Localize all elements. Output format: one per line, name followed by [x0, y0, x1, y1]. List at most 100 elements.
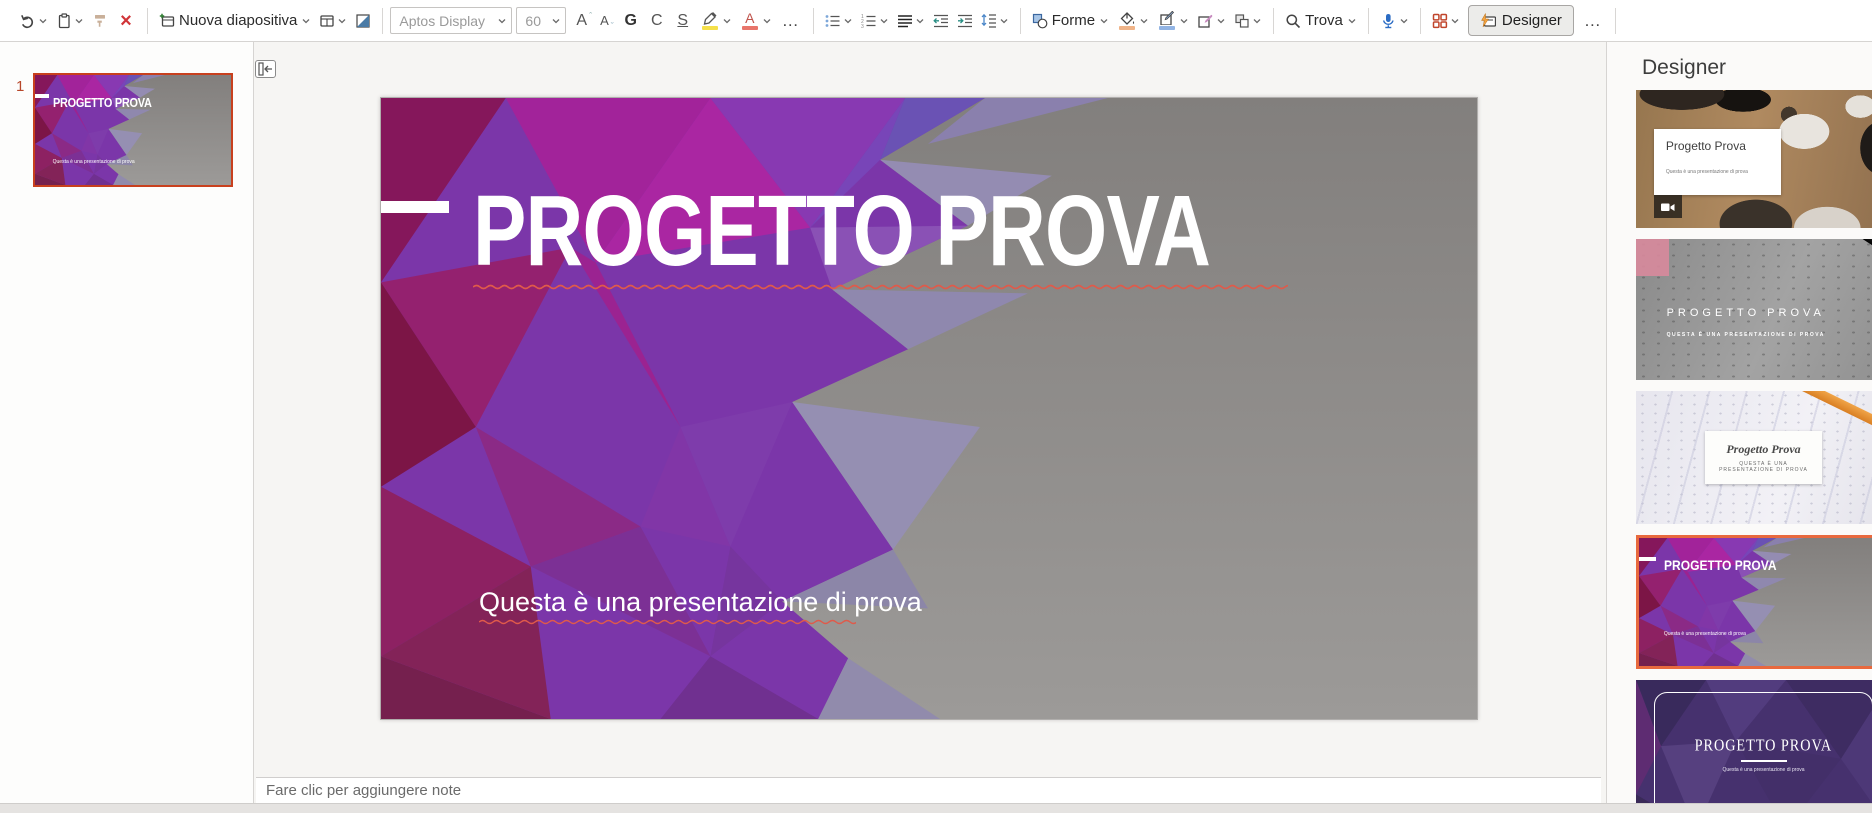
shape-fill-button[interactable]: [1113, 6, 1153, 36]
suggestion-subtitle: Questa è una presentazione di prova: [1664, 631, 1746, 637]
chevron-down-icon: [1347, 16, 1357, 26]
chevron-down-icon: [843, 16, 853, 26]
toolbar-divider: [813, 8, 814, 34]
designer-suggestion-list: Progetto Prova Questa è una presentazion…: [1636, 90, 1872, 803]
chevron-down-icon: [1216, 16, 1226, 26]
toolbar-divider: [1273, 8, 1274, 34]
title-divider: [1741, 760, 1787, 762]
bold-icon: G: [622, 12, 640, 30]
toolbar: × Nuova diapositiva Aptos Display 60 Aˆ …: [0, 0, 1872, 42]
slide-accent-dash: [35, 94, 49, 98]
bullets-button[interactable]: [821, 6, 857, 36]
designer-suggestion-2[interactable]: PROGETTO PROVA QUESTA È UNA PRESENTAZION…: [1636, 239, 1872, 380]
suggestion-card: Progetto Prova Questa è una presentazion…: [1654, 129, 1782, 195]
undo-button[interactable]: [16, 6, 52, 36]
underline-icon: S: [674, 12, 692, 30]
shapes-button[interactable]: Forme: [1028, 6, 1113, 36]
shapes-label: Forme: [1050, 12, 1097, 29]
align-button[interactable]: [893, 6, 929, 36]
slide-editor[interactable]: PROGETTO PROVA Questa è una presentazion…: [380, 97, 1478, 720]
shape-effects-button[interactable]: [1193, 6, 1230, 36]
powerpoint-web-app: × Nuova diapositiva Aptos Display 60 Aˆ …: [0, 0, 1872, 813]
shape-outline-button[interactable]: [1153, 6, 1193, 36]
chevron-down-icon: [1252, 16, 1262, 26]
collapse-thumbnail-panel-button[interactable]: [255, 60, 276, 78]
find-button[interactable]: Trova: [1281, 6, 1361, 36]
increase-indent-button[interactable]: [953, 6, 977, 36]
chevron-down-icon: [337, 16, 347, 26]
bullet-list-icon: [825, 13, 841, 29]
new-slide-label: Nuova diapositiva: [177, 12, 299, 29]
dictate-button[interactable]: [1376, 6, 1413, 36]
collapse-panel-icon: [258, 61, 273, 77]
font-color-button[interactable]: A: [736, 6, 776, 36]
grid-icon: [1432, 13, 1448, 29]
numbering-button[interactable]: [857, 6, 893, 36]
designer-suggestion-3[interactable]: Progetto Prova QUESTA È UNA PRESENTAZION…: [1636, 391, 1872, 524]
suggestion-subtitle: Questa è una presentazione di prova: [1666, 169, 1782, 175]
indent-icon: [957, 13, 973, 29]
grow-font-button[interactable]: Aˆ: [572, 6, 596, 36]
notes-area[interactable]: Fare clic per aggiungere note: [256, 777, 1601, 803]
delete-button[interactable]: ×: [112, 6, 140, 36]
font-name-select[interactable]: Aptos Display: [390, 7, 512, 34]
more-font-options-button[interactable]: …: [776, 11, 806, 31]
italic-button[interactable]: C: [644, 6, 670, 36]
chevron-down-icon: [1139, 16, 1149, 26]
new-slide-button[interactable]: Nuova diapositiva: [155, 6, 315, 36]
designer-suggestion-5[interactable]: PROGETTO PROVA Questa è una presentazion…: [1636, 680, 1872, 803]
chevron-down-icon: [74, 16, 84, 26]
text-highlight-button[interactable]: [696, 6, 736, 36]
chevron-down-icon: [1399, 16, 1409, 26]
format-painter-button[interactable]: [88, 6, 112, 36]
shape-effects-icon: [1197, 13, 1214, 29]
outdent-icon: [933, 13, 949, 29]
toolbar-divider: [147, 8, 148, 34]
slide-design-graphic: [35, 75, 231, 185]
chevron-down-icon: [999, 16, 1009, 26]
designer-suggestion-1[interactable]: Progetto Prova Questa è una presentazion…: [1636, 90, 1872, 228]
line-spacing-button[interactable]: [977, 6, 1013, 36]
pink-accent-square: [1636, 239, 1669, 276]
toolbar-divider: [1020, 8, 1021, 34]
view-grid-button[interactable]: [1428, 6, 1464, 36]
font-size-select[interactable]: 60: [516, 7, 566, 34]
slide-thumbnail-1[interactable]: PROGETTO PROVA Questa è una presentazion…: [33, 73, 233, 187]
camera-icon: [1660, 200, 1675, 214]
chevron-down-icon: [301, 16, 311, 26]
more-commands-button[interactable]: …: [1578, 11, 1608, 31]
undo-icon: [20, 13, 36, 29]
designer-icon: [1480, 13, 1496, 28]
suggestion-frame: PROGETTO PROVA Questa è una presentazion…: [1654, 692, 1872, 803]
designer-button[interactable]: Designer: [1468, 5, 1574, 36]
arrange-button[interactable]: [1230, 6, 1266, 36]
clipboard-icon: [56, 13, 72, 29]
toolbar-divider: [1615, 8, 1616, 34]
new-slide-icon: [159, 13, 175, 29]
delete-x-icon: ×: [116, 11, 136, 31]
bold-button[interactable]: G: [618, 6, 644, 36]
decrease-indent-button[interactable]: [929, 6, 953, 36]
layout-button[interactable]: [315, 6, 351, 36]
background-format-button[interactable]: [351, 6, 375, 36]
chevron-down-icon: [38, 16, 48, 26]
background-fill-icon: [355, 13, 371, 29]
notes-placeholder: Fare clic per aggiungere note: [266, 782, 461, 799]
suggestion-title: PROGETTO PROVA: [1664, 557, 1777, 573]
line-spacing-icon: [981, 12, 997, 29]
grow-font-icon: A: [576, 12, 587, 30]
slide-canvas-area: PROGETTO PROVA Questa è una presentazion…: [254, 42, 1606, 803]
designer-suggestion-4-selected[interactable]: PROGETTO PROVA Questa è una presentazion…: [1636, 535, 1872, 669]
underline-button[interactable]: S: [670, 6, 696, 36]
slide-thumbnail-panel: 1 PROGETTO PROVA Q: [0, 42, 254, 803]
italic-icon: C: [648, 12, 666, 30]
slide-title-text[interactable]: PROGETTO PROVA: [473, 181, 1210, 281]
suggestion-card: Progetto Prova QUESTA È UNA PRESENTAZION…: [1705, 431, 1822, 484]
chevron-down-icon: [915, 16, 925, 26]
slide-accent-dash: [1639, 557, 1656, 561]
suggestion-subtitle: QUESTA È UNA PRESENTAZIONE DI PROVA: [1667, 332, 1825, 338]
toolbar-divider: [382, 8, 383, 34]
slide-subtitle-text[interactable]: Questa è una presentazione di prova: [479, 587, 922, 618]
paste-button[interactable]: [52, 6, 88, 36]
shrink-font-button[interactable]: Aˇ: [596, 6, 618, 36]
